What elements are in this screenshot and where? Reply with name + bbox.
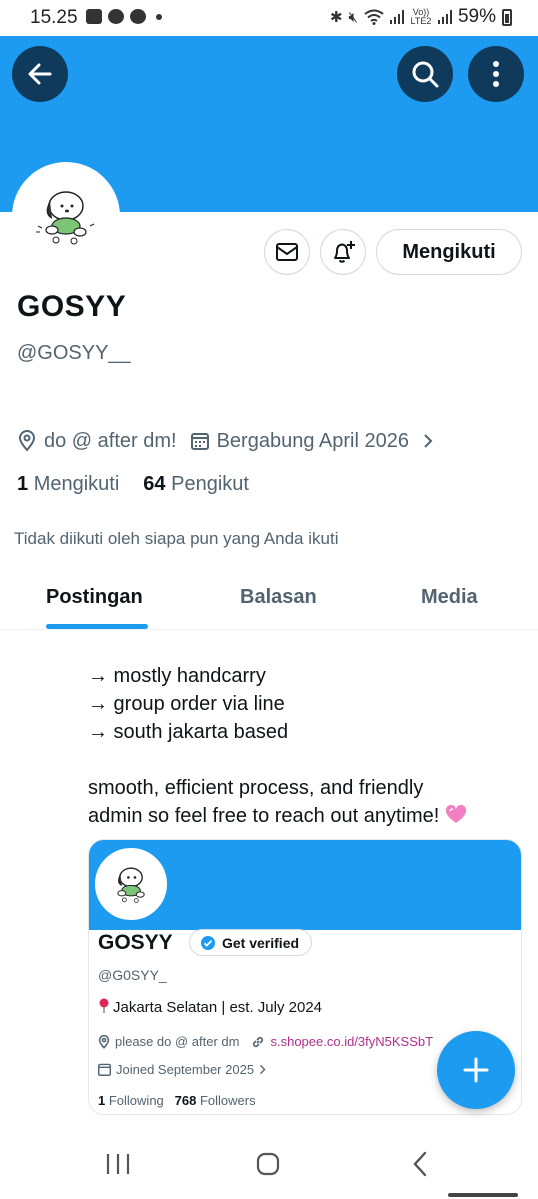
system-nav-bar xyxy=(0,1126,538,1199)
more-notifications-icon xyxy=(156,13,162,20)
search-button[interactable] xyxy=(397,46,453,102)
search-icon xyxy=(412,61,439,88)
card-bio-text: Jakarta Selatan | est. July 2024 xyxy=(113,999,323,1016)
card-following-count: 1 xyxy=(98,1093,106,1108)
more-button[interactable] xyxy=(468,46,524,102)
card-joined: Joined September 2025 xyxy=(116,1062,255,1077)
pink-heart-icon xyxy=(445,805,466,823)
post-line: → south jakarta based xyxy=(88,721,289,743)
signal-icon xyxy=(389,10,404,24)
profile-name: GOSYY xyxy=(17,290,127,323)
location-item: do @ after dm! xyxy=(18,430,177,453)
network-label: Vo)) LTE2 xyxy=(410,7,432,26)
tab-media[interactable]: Media xyxy=(421,586,478,609)
joined-item: Bergabung April 2026 xyxy=(190,429,409,453)
location-pin-icon xyxy=(98,1034,110,1049)
pochacco-avatar-icon xyxy=(117,867,145,903)
status-right: ✱ 🔇︎ Vo)) LTE2 59% xyxy=(330,6,512,28)
gallery-icon xyxy=(86,9,102,24)
profile-meta: do @ after dm! Bergabung April 2026 xyxy=(18,428,441,454)
joined-text: Bergabung April 2026 xyxy=(216,429,409,452)
link-icon xyxy=(253,1036,264,1047)
gesture-indicator xyxy=(448,1193,518,1197)
arrow-left-icon xyxy=(28,63,52,85)
home-button[interactable] xyxy=(248,1146,288,1182)
chevron-left-icon xyxy=(413,1151,427,1177)
followers-count: 64 xyxy=(143,473,166,495)
chevron-right-icon xyxy=(259,1064,266,1075)
chevron-right-icon[interactable] xyxy=(423,433,433,449)
card-avatar xyxy=(95,848,167,920)
status-time: 15.25 xyxy=(30,7,78,28)
recent-apps-icon xyxy=(106,1154,130,1174)
followers-label: Pengikut xyxy=(171,473,249,495)
back-nav-button[interactable] xyxy=(400,1146,440,1182)
location-text: do @ after dm! xyxy=(44,429,177,452)
card-follow-counts: 1 Following 768 Followers xyxy=(98,1093,256,1108)
card-location: please do @ after dm xyxy=(115,1034,240,1049)
tab-replies[interactable]: Balasan xyxy=(240,586,317,609)
red-pin-icon xyxy=(99,998,109,1013)
home-icon xyxy=(256,1152,280,1176)
post-line: → mostly handcarry xyxy=(88,665,266,687)
card-followers-label: Followers xyxy=(199,1093,256,1108)
card-followers-count: 768 xyxy=(174,1093,197,1108)
notify-button[interactable] xyxy=(320,229,366,275)
mute-icon: 🔇︎ xyxy=(348,8,358,26)
post-line-with-emoji: admin so feel free to reach out anytime! xyxy=(88,805,467,828)
recent-apps-button[interactable] xyxy=(98,1146,138,1182)
following-button[interactable]: Mengikuti xyxy=(376,229,522,275)
post-line: → group order via line xyxy=(88,693,285,715)
following-link[interactable]: 1 Mengikuti xyxy=(17,473,119,495)
profile-tabs: Postingan Balasan Media xyxy=(0,574,538,630)
wifi-icon xyxy=(364,9,384,25)
location-pin-icon xyxy=(18,430,36,452)
post-line: admin so feel free to reach out anytime! xyxy=(88,805,440,827)
message-button[interactable] xyxy=(264,229,310,275)
following-label: Mengikuti xyxy=(33,473,120,495)
profile-avatar[interactable] xyxy=(12,162,120,270)
card-bio: Jakarta Selatan | est. July 2024 xyxy=(98,998,322,1016)
bluetooth-icon: ✱ xyxy=(329,9,343,26)
calendar-icon xyxy=(98,1063,111,1076)
line-icon xyxy=(130,9,146,24)
card-joined-row: Joined September 2025 xyxy=(98,1062,271,1077)
profile-handle: @GOSYY__ xyxy=(17,342,131,364)
battery-percent: 59% xyxy=(457,6,496,27)
card-handle: @G0SYY_ xyxy=(98,967,167,983)
plus-icon xyxy=(463,1057,489,1083)
whatsapp-icon xyxy=(108,9,124,24)
bell-plus-icon xyxy=(334,241,355,263)
follow-counts: 1 Mengikuti 64 Pengikut xyxy=(17,473,249,496)
more-vertical-icon xyxy=(493,61,499,87)
card-name: GOSYY xyxy=(98,931,173,954)
pochacco-avatar-icon xyxy=(36,191,95,245)
post-line: smooth, efficient process, and friendly xyxy=(88,777,424,799)
badge-label: Get verified xyxy=(222,934,300,951)
get-verified-badge: Get verified xyxy=(189,929,313,956)
following-count: 1 xyxy=(17,473,29,495)
compose-button[interactable] xyxy=(437,1031,515,1109)
card-location-row: please do @ after dm s.shopee.co.id/3fyN… xyxy=(98,1034,433,1049)
followers-link[interactable]: 64 Pengikut xyxy=(143,473,249,495)
card-following-label: Following xyxy=(108,1093,164,1108)
not-followed-text: Tidak diikuti oleh siapa pun yang Anda i… xyxy=(14,529,339,548)
active-tab-indicator xyxy=(46,624,148,629)
calendar-icon xyxy=(190,433,209,450)
tab-posts[interactable]: Postingan xyxy=(46,586,143,609)
battery-icon xyxy=(502,8,512,26)
back-button[interactable] xyxy=(12,46,68,102)
card-link: s.shopee.co.id/3fyN5KSSbT xyxy=(270,1034,434,1049)
envelope-icon xyxy=(276,243,298,261)
verified-check-icon xyxy=(201,935,215,950)
status-bar: 15.25 ✱ 🔇︎ Vo)) LTE2 59% xyxy=(0,0,538,36)
notification-icons xyxy=(86,9,162,24)
signal-icon-2 xyxy=(437,10,452,24)
